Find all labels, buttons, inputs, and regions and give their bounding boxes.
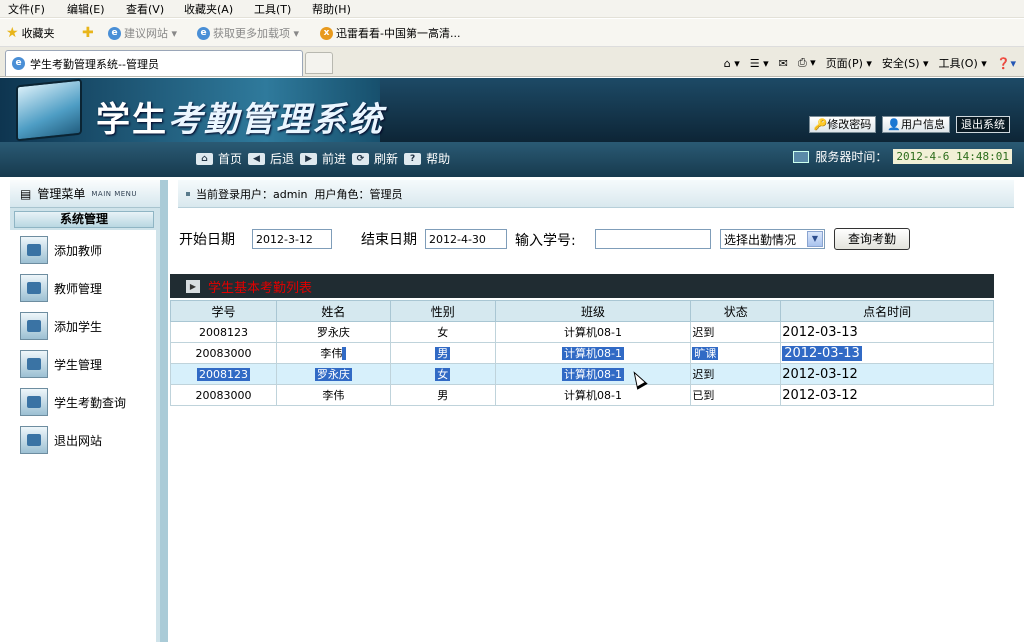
menu-help[interactable]: 帮助(H) [312, 1, 351, 17]
nav-forward[interactable]: ▶ 前进 [300, 150, 346, 167]
col-time[interactable]: 点名时间 [780, 300, 994, 322]
fav-link-xunlei[interactable]: x 迅雷看看-中国第一高清... [320, 25, 460, 41]
col-gender[interactable]: 性别 [389, 300, 496, 322]
ie-icon: e [197, 26, 210, 40]
sidebar-section-title[interactable]: 系统管理 [14, 211, 154, 228]
teacher-manage-icon [20, 274, 48, 302]
ie-icon: e [108, 26, 121, 40]
table-row[interactable]: 2008123 罗永庆 女 计算机08-1 迟到 2012-03-13 [170, 321, 994, 343]
table-title-bar: ▶ 学生基本考勤列表 [170, 274, 994, 298]
browser-menu-bar: 文件(F) 编辑(E) 查看(V) 收藏夹(A) 工具(T) 帮助(H) [0, 0, 1024, 18]
server-time-label: 服务器时间： [815, 150, 888, 164]
tools-menu[interactable]: 工具(O) ▾ [939, 55, 987, 71]
new-tab-button[interactable] [305, 52, 333, 74]
help-icon: ? [404, 152, 422, 165]
app-title: 学生考勤管理系统 [96, 100, 384, 140]
nav-back[interactable]: ◀ 后退 [248, 150, 294, 167]
screen-icon [793, 150, 810, 163]
fav-link-suggested[interactable]: e 建议网站 ▾ [108, 25, 177, 41]
col-class[interactable]: 班级 [494, 300, 692, 322]
nav-home[interactable]: ⌂ 首页 [196, 150, 242, 167]
menu-icon: ▤ [20, 186, 32, 201]
table-row[interactable]: 2008123 罗永庆 女 计算机08-1 迟到 2012-03-12 [170, 363, 994, 385]
monitor-icon [16, 78, 82, 142]
start-date-label: 开始日期 [179, 232, 235, 248]
sidebar-item-exit[interactable]: 退出网站 [20, 426, 102, 454]
refresh-icon: ⟳ [352, 152, 370, 165]
menu-favorites[interactable]: 收藏夹(A) [184, 1, 233, 17]
bullet-icon [186, 191, 190, 196]
sidebar-item-teacher-manage[interactable]: 教师管理 [20, 274, 102, 302]
nav-refresh[interactable]: ⟳ 刷新 [352, 150, 398, 167]
print-icon[interactable]: ⎙ ▾ [798, 56, 816, 70]
play-icon: ▶ [186, 279, 200, 293]
exit-icon [20, 426, 48, 454]
feeds-icon[interactable]: ☰ ▾ [750, 57, 769, 70]
change-password-button[interactable]: 🔑修改密码 [808, 116, 877, 133]
mail-icon[interactable]: ✉ [779, 57, 788, 70]
attendance-table: 学号 姓名 性别 班级 状态 点名时间 2008123 罗永庆 女 计算机08-… [170, 300, 994, 406]
login-info-bar: 当前登录用户：admin 用户角色：管理员 [178, 180, 1014, 208]
add-student-icon [20, 312, 48, 340]
fav-link-addons[interactable]: e 获取更多加载项 ▾ [197, 25, 299, 41]
favorites-bar: ★ 收藏夹 ✚ e 建议网站 ▾ e 获取更多加载项 ▾ x 迅雷看看-中国第一… [0, 19, 1024, 47]
home-icon[interactable]: ⌂ ▾ [724, 57, 740, 70]
server-time-value: 2012-4-6 14:48:01 [893, 149, 1012, 164]
col-status[interactable]: 状态 [690, 300, 782, 322]
table-row[interactable]: 20083000 李伟 男 计算机08-1 旷课 2012-03-13 [170, 342, 994, 364]
col-name[interactable]: 姓名 [275, 300, 391, 322]
user-info-button[interactable]: 👤用户信息 [882, 116, 950, 133]
col-student-id[interactable]: 学号 [170, 300, 277, 322]
xunlei-icon: x [320, 26, 333, 40]
start-date-input[interactable] [252, 229, 332, 249]
student-id-label: 输入学号: [515, 233, 576, 249]
sidebar-item-attendance-query[interactable]: 学生考勤查询 [20, 388, 126, 416]
student-manage-icon [20, 350, 48, 378]
sidebar-item-add-student[interactable]: 添加学生 [20, 312, 102, 340]
menu-file[interactable]: 文件(F) [8, 1, 45, 17]
favorites-button[interactable]: ★ 收藏夹 [6, 25, 55, 41]
table-row[interactable]: 20083000 李伟 男 计算机08-1 已到 2012-03-12 [170, 384, 994, 406]
end-date-label: 结束日期 [361, 232, 417, 248]
menu-tools[interactable]: 工具(T) [254, 1, 291, 17]
back-icon: ◀ [248, 152, 266, 165]
student-id-input[interactable] [595, 229, 711, 249]
server-time-box: 服务器时间： 2012-4-6 14:48:01 [793, 148, 1012, 165]
favorites-star-icon: ★ [6, 25, 19, 41]
sidebar: ▤ 管理菜单 MAIN MENU 系统管理 添加教师 教师管理 添加学生 学生管… [10, 180, 168, 642]
query-attendance-button[interactable]: 查询考勤 [834, 228, 910, 250]
app-nav: ⌂ 首页 ◀ 后退 ▶ 前进 ⟳ 刷新 ? 帮助 服务器时间： 2012-4-6 14:4… [0, 142, 1024, 177]
sidebar-header: ▤ 管理菜单 MAIN MENU [10, 180, 160, 208]
sidebar-menu: 添加教师 教师管理 添加学生 学生管理 学生考勤查询 退出网站 [10, 230, 156, 642]
menu-view[interactable]: 查看(V) [126, 1, 164, 17]
menu-edit[interactable]: 编辑(E) [67, 1, 105, 17]
safety-menu[interactable]: 安全(S) ▾ [882, 55, 929, 71]
chevron-down-icon: ▼ [807, 231, 823, 247]
sidebar-item-student-manage[interactable]: 学生管理 [20, 350, 102, 378]
page-menu[interactable]: 页面(P) ▾ [826, 55, 872, 71]
header-buttons: 🔑修改密码 👤用户信息 退出系统 [808, 116, 1010, 133]
app-header: 学生考勤管理系统 🔑修改密码 👤用户信息 退出系统 [0, 78, 1024, 142]
attendance-query-icon [20, 388, 48, 416]
table-title: 学生基本考勤列表 [208, 280, 313, 296]
ie-icon: e [12, 57, 25, 70]
nav-links: ⌂ 首页 ◀ 后退 ▶ 前进 ⟳ 刷新 ? 帮助 [196, 150, 450, 167]
command-bar: ⌂ ▾ ☰ ▾ ✉ ⎙ ▾ 页面(P) ▾ 安全(S) ▾ 工具(O) ▾ ❓▾ [724, 52, 1024, 74]
nav-help[interactable]: ? 帮助 [404, 150, 450, 167]
browser-tab-bar: e 学生考勤管理系统--管理员 ⌂ ▾ ☰ ▾ ✉ ⎙ ▾ 页面(P) ▾ 安全… [0, 47, 1024, 77]
add-favorite-icon[interactable]: ✚ [82, 25, 94, 41]
table-header-row: 学号 姓名 性别 班级 状态 点名时间 [170, 300, 994, 322]
forward-icon: ▶ [300, 152, 318, 165]
end-date-input[interactable] [425, 229, 507, 249]
login-info: 当前登录用户：admin 用户角色：管理员 [196, 187, 403, 201]
home-icon: ⌂ [196, 152, 213, 165]
tab-title: 学生考勤管理系统--管理员 [30, 57, 159, 71]
logout-button[interactable]: 退出系统 [956, 116, 1010, 133]
sidebar-item-add-teacher[interactable]: 添加教师 [20, 236, 102, 264]
add-teacher-icon [20, 236, 48, 264]
tab-active[interactable]: e 学生考勤管理系统--管理员 [5, 50, 303, 76]
help-icon[interactable]: ❓▾ [997, 57, 1016, 70]
attendance-status-select[interactable]: 选择出勤情况 ▼ [720, 229, 825, 249]
